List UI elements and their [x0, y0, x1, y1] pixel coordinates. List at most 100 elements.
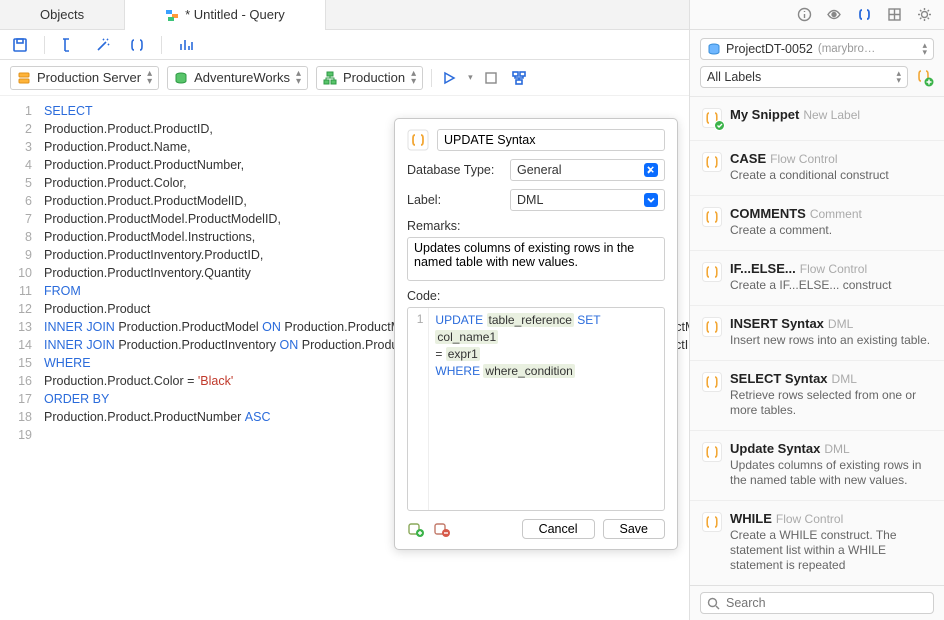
cancel-button[interactable]: Cancel	[522, 519, 595, 539]
snippet-tag: DML	[828, 317, 853, 331]
snippet-tag: Comment	[810, 207, 862, 221]
snippet-icon	[702, 207, 722, 227]
snippet-icon	[702, 442, 722, 462]
search-bar	[690, 585, 944, 620]
line-gutter: 12345678910111213141516171819	[0, 96, 40, 620]
remarks-label: Remarks:	[407, 219, 665, 233]
snippet-icon	[702, 262, 722, 282]
run-button[interactable]	[440, 68, 460, 88]
eye-icon[interactable]	[824, 5, 844, 25]
stepper-icon: ▴▾	[147, 70, 152, 86]
server-icon	[17, 71, 31, 85]
snippet-desc: Retrieve rows selected from one or more …	[730, 388, 932, 418]
tab-objects[interactable]: Objects	[0, 0, 125, 29]
snippet-icon	[702, 317, 722, 337]
schema-name: Production	[343, 70, 405, 85]
snippet-title: CASE	[730, 151, 766, 166]
snippet-desc: Updates columns of existing rows in the …	[730, 458, 932, 488]
snippet-title: Update Syntax	[730, 441, 820, 456]
label-value: DML	[517, 193, 543, 207]
snippet-desc: Insert new rows into an existing table.	[730, 333, 932, 348]
snippet-desc: Create a conditional construct	[730, 168, 932, 183]
stepper-icon: ▴▾	[922, 42, 927, 56]
chevron-down-icon	[644, 163, 658, 177]
query-icon	[165, 8, 179, 22]
explain-button[interactable]	[509, 68, 529, 88]
connection-selector[interactable]: Production Server ▴▾	[10, 66, 159, 90]
connection-name: Production Server	[37, 70, 141, 85]
tab-query[interactable]: * Untitled - Query	[125, 0, 326, 29]
snippet-item[interactable]: SELECT SyntaxDMLRetrieve rows selected f…	[690, 361, 944, 431]
snippet-filters: ProjectDT-0052 (marybro… ▴▾ All Labels ▴…	[690, 30, 944, 97]
snippet-editor-popup: Database Type: General Label: DML Remark…	[394, 118, 678, 550]
stop-button[interactable]	[481, 68, 501, 88]
db-type-select[interactable]: General	[510, 159, 665, 181]
snippet-desc: Create a comment.	[730, 223, 932, 238]
right-pane-toolbar	[690, 0, 944, 30]
remove-placeholder-icon[interactable]	[433, 520, 451, 538]
brackets-icon[interactable]	[127, 35, 147, 55]
snippet-desc: Create a IF...ELSE... construct	[730, 278, 932, 293]
snippet-title: WHILE	[730, 511, 772, 526]
label-label: Label:	[407, 193, 502, 207]
schema-icon	[323, 71, 337, 85]
code-gutter: 1	[408, 308, 429, 510]
search-icon	[707, 597, 720, 610]
search-input[interactable]	[726, 596, 927, 610]
snippet-desc: Create a WHILE construct. The statement …	[730, 528, 932, 573]
snippets-pane-icon[interactable]	[854, 5, 874, 25]
info-icon[interactable]	[794, 5, 814, 25]
database-icon	[174, 71, 188, 85]
labels-filter[interactable]: All Labels ▴▾	[700, 66, 908, 88]
snippet-item[interactable]: COMMENTS Comment Create a comment.	[690, 196, 944, 251]
editor-tabs: Objects * Untitled - Query	[0, 0, 689, 30]
save-icon[interactable]	[10, 35, 30, 55]
snippet-item[interactable]: CASE Flow Control Create a conditional con…	[690, 141, 944, 196]
snippet-title: COMMENTS	[730, 206, 806, 221]
snippet-tag: Flow Control	[770, 152, 837, 166]
project-icon	[707, 42, 721, 56]
settings-icon[interactable]	[914, 5, 934, 25]
toolbar-context: Production Server ▴▾ AdventureWorks ▴▾ P…	[0, 60, 689, 96]
snippet-tag: Flow Control	[800, 262, 867, 276]
snippet-title-input[interactable]	[437, 129, 665, 151]
chart-icon[interactable]	[176, 35, 196, 55]
snippet-item[interactable]: My Snippet New Label	[690, 97, 944, 141]
snippet-icon	[702, 152, 722, 172]
snippet-code-input[interactable]: 1 UPDATE table_reference SET col_name1 =…	[407, 307, 665, 511]
remarks-input[interactable]: Updates columns of existing rows in the …	[407, 237, 665, 281]
snippet-list[interactable]: My Snippet New Label CASE Flow Control Creat…	[690, 97, 944, 585]
snippet-item[interactable]: WHILEFlow ControlCreate a WHILE construc…	[690, 501, 944, 585]
snippet-icon	[407, 129, 429, 151]
snippet-icon	[702, 512, 722, 532]
snippet-item[interactable]: INSERT Syntax DML Insert new rows into an …	[690, 306, 944, 361]
db-type-value: General	[517, 163, 561, 177]
code-content[interactable]: UPDATE table_reference SET col_name1 = e…	[429, 308, 664, 510]
snippet-title: IF...ELSE...	[730, 261, 796, 276]
project-selector[interactable]: ProjectDT-0052 (marybro… ▴▾	[700, 38, 934, 60]
magic-icon[interactable]	[93, 35, 113, 55]
stepper-icon: ▴▾	[296, 70, 301, 86]
save-button[interactable]: Save	[603, 519, 666, 539]
label-select[interactable]: DML	[510, 189, 665, 211]
format-icon[interactable]	[59, 35, 79, 55]
snippet-title: INSERT Syntax	[730, 316, 824, 331]
snippet-title: My Snippet	[730, 107, 799, 122]
code-label: Code:	[407, 289, 665, 303]
snippet-tag: New Label	[803, 108, 860, 122]
add-snippet-icon[interactable]	[914, 67, 934, 87]
database-selector[interactable]: AdventureWorks ▴▾	[167, 66, 308, 90]
snippet-tag: DML	[824, 442, 849, 456]
database-name: AdventureWorks	[194, 70, 290, 85]
snippet-item[interactable]: Update Syntax DML Updates columns of exist…	[690, 431, 944, 501]
snippet-icon	[702, 372, 722, 392]
stepper-icon: ▴▾	[411, 70, 416, 86]
schema-selector[interactable]: Production ▴▾	[316, 66, 423, 90]
tab-label: * Untitled - Query	[185, 7, 285, 22]
snippet-tag: DML	[832, 372, 857, 386]
run-menu-icon[interactable]: ▾	[468, 72, 473, 83]
db-type-label: Database Type:	[407, 163, 502, 177]
snippet-item[interactable]: IF...ELSE... Flow Control Create a IF...EL…	[690, 251, 944, 306]
columns-icon[interactable]	[884, 5, 904, 25]
add-placeholder-icon[interactable]	[407, 520, 425, 538]
